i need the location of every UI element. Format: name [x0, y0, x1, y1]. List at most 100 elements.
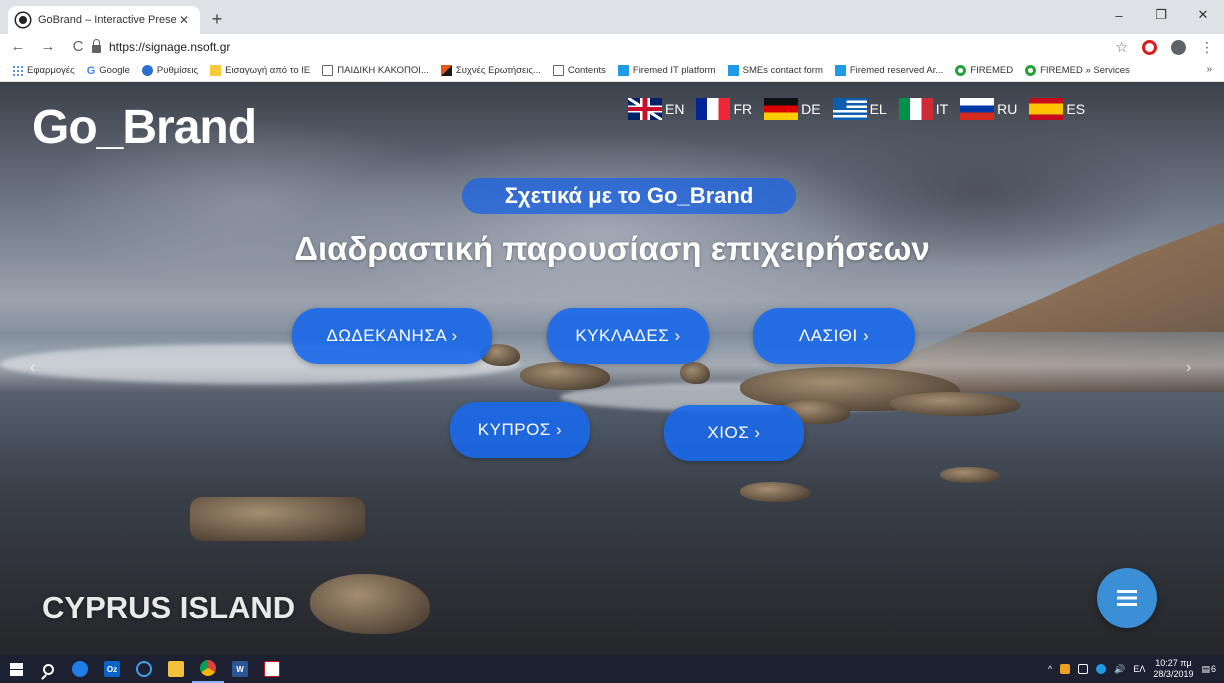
beach-rock — [310, 574, 430, 634]
bookmark-child-abuse[interactable]: ΠΑΙΔΙΚΗ ΚΑΚΟΠΟΙ... — [322, 65, 429, 76]
explorer-icon — [168, 661, 184, 677]
back-button[interactable]: ← — [6, 35, 30, 59]
bookmark-google[interactable]: G Google — [87, 65, 130, 77]
taskbar-search-button[interactable] — [32, 655, 64, 683]
close-window-button[interactable]: ✕ — [1182, 0, 1224, 30]
tray-chevron-icon[interactable]: ^ — [1048, 664, 1052, 674]
volume-icon[interactable]: 🔊 — [1114, 664, 1125, 675]
network-icon[interactable] — [1078, 664, 1089, 674]
taskbar-edge[interactable] — [64, 655, 96, 683]
bookmark-smes-form[interactable]: SMEs contact form — [727, 65, 823, 76]
region-button-cyprus[interactable]: ΚΥΠΡΟΣ › — [450, 402, 590, 458]
slider-prev-arrow[interactable]: ‹ — [30, 359, 35, 377]
tray-app-icon[interactable] — [1060, 664, 1071, 674]
language-de[interactable]: DE — [764, 98, 821, 120]
green-circle-icon — [1025, 65, 1037, 76]
notifications-icon[interactable]: ▤ 6 — [1201, 664, 1216, 675]
lock-icon — [92, 39, 101, 53]
toolbar-actions: ☆ ⋮ — [1115, 36, 1214, 58]
taskbar-word[interactable]: W — [224, 655, 256, 683]
slider-next-arrow[interactable]: › — [1186, 359, 1191, 377]
start-button[interactable] — [0, 655, 32, 683]
edge-icon — [72, 661, 88, 677]
forward-button[interactable]: → — [36, 35, 60, 59]
settings-icon — [141, 65, 153, 76]
taskbar-ie[interactable] — [128, 655, 160, 683]
word-icon: W — [232, 661, 248, 677]
language-en[interactable]: EN — [628, 98, 684, 120]
new-tab-button[interactable]: + — [206, 8, 228, 30]
url-text: https://signage.nsoft.gr — [109, 40, 231, 54]
beach-rock — [680, 362, 710, 384]
language-selector: EN FR DE EL IT RU ES — [628, 98, 1095, 120]
windows-taskbar: Oz W ^ 🔊 ΕΛ 10:27 πμ 28/3/2019 ▤ 6 — [0, 655, 1224, 683]
minimize-button[interactable]: – — [1098, 0, 1140, 30]
browser-toolbar: ← → C https://signage.nsoft.gr ☆ ⋮ — [0, 34, 1224, 60]
opera-extension-icon[interactable] — [1142, 39, 1157, 55]
bookmark-ie-import[interactable]: Εισαγωγή από το IE — [210, 65, 310, 76]
go-brand-logo[interactable]: Go_Brand — [32, 100, 257, 155]
green-circle-icon — [955, 65, 967, 76]
menu-fab-button[interactable] — [1097, 568, 1157, 628]
bookmark-apps[interactable]: Εφαρμογές — [12, 65, 75, 76]
language-el[interactable]: EL — [832, 98, 887, 120]
blue-square-icon — [727, 65, 739, 76]
region-button-dodecanese[interactable]: ΔΩΔΕΚΑΝΗΣΑ › — [292, 308, 492, 364]
bookmark-faq[interactable]: Συχνές Ερωτήσεις... — [440, 65, 541, 76]
language-it[interactable]: IT — [898, 98, 948, 120]
beach-rock — [940, 467, 1000, 483]
profile-avatar-icon[interactable] — [1171, 39, 1186, 55]
bookmark-contents[interactable]: Contents — [552, 65, 606, 76]
hamburger-icon — [1117, 590, 1137, 606]
notification-count: 6 — [1210, 664, 1216, 674]
language-ru[interactable]: RU — [960, 98, 1017, 120]
start-icon — [9, 662, 23, 676]
input-language[interactable]: ΕΛ — [1133, 664, 1145, 674]
region-button-lasithi[interactable]: ΛΑΣΙΘΙ › — [753, 308, 915, 364]
search-icon — [42, 663, 54, 675]
bookmark-firemed-it[interactable]: Firemed IT platform — [617, 65, 716, 76]
browser-menu-icon[interactable]: ⋮ — [1200, 39, 1214, 56]
clock-date: 28/3/2019 — [1153, 669, 1194, 679]
system-clock[interactable]: 10:27 πμ 28/3/2019 — [1153, 658, 1193, 680]
bookmark-firemed-reserved[interactable]: Firemed reserved Ar... — [834, 65, 943, 76]
bookmarks-bar: Εφαρμογές G Google Ρυθμίσεις Εισαγωγή από… — [0, 60, 1224, 82]
bookmark-firemed-services[interactable]: FIREMED » Services — [1025, 65, 1130, 76]
beach-rock — [190, 497, 365, 541]
beach-rock — [890, 392, 1020, 416]
page-headline: Διαδραστική παρουσίαση επιχειρήσεων — [294, 230, 930, 267]
taskbar-file-explorer[interactable] — [160, 655, 192, 683]
about-go-brand-button[interactable]: Σχετικά με το Go_Brand — [462, 178, 796, 214]
browser-tab[interactable]: GoBrand – Interactive Presentatio ✕ — [8, 6, 200, 34]
region-button-cyclades[interactable]: ΚΥΚΛΑΔΕΣ › — [547, 308, 709, 364]
outlook-icon: Oz — [104, 661, 120, 677]
maximize-button[interactable]: ❐ — [1140, 0, 1182, 30]
flag-icon — [440, 65, 452, 76]
blue-square-icon — [617, 65, 629, 76]
bookmark-firemed[interactable]: FIREMED — [955, 65, 1013, 76]
address-bar[interactable]: https://signage.nsoft.gr — [92, 36, 1092, 58]
bookmark-settings[interactable]: Ρυθμίσεις — [141, 65, 198, 76]
region-button-chios[interactable]: ΧΙΟΣ › — [664, 405, 804, 461]
taskbar-outlook[interactable]: Oz — [96, 655, 128, 683]
language-fr[interactable]: FR — [696, 98, 752, 120]
taskbar-acrobat[interactable] — [256, 655, 288, 683]
tray-blue-icon[interactable] — [1096, 664, 1107, 674]
apps-icon — [12, 65, 23, 76]
germany-flag-icon — [764, 98, 799, 120]
bookmark-star-icon[interactable]: ☆ — [1115, 39, 1128, 56]
tab-close-icon[interactable]: ✕ — [176, 13, 192, 27]
greece-flag-icon — [832, 98, 867, 120]
more-bookmarks-icon[interactable]: » — [1206, 64, 1212, 75]
taskbar-chrome[interactable] — [192, 655, 224, 683]
page-icon — [322, 65, 334, 76]
reload-button[interactable]: C — [66, 35, 90, 59]
page-icon — [552, 65, 564, 76]
italy-flag-icon — [898, 98, 933, 120]
uk-flag-icon — [628, 98, 662, 120]
france-flag-icon — [696, 98, 731, 120]
language-es[interactable]: ES — [1029, 98, 1085, 120]
spain-flag-icon — [1029, 98, 1064, 120]
page-viewport: Go_Brand EN FR DE EL IT RU ES Σχετικά με… — [0, 82, 1224, 655]
russia-flag-icon — [960, 98, 995, 120]
